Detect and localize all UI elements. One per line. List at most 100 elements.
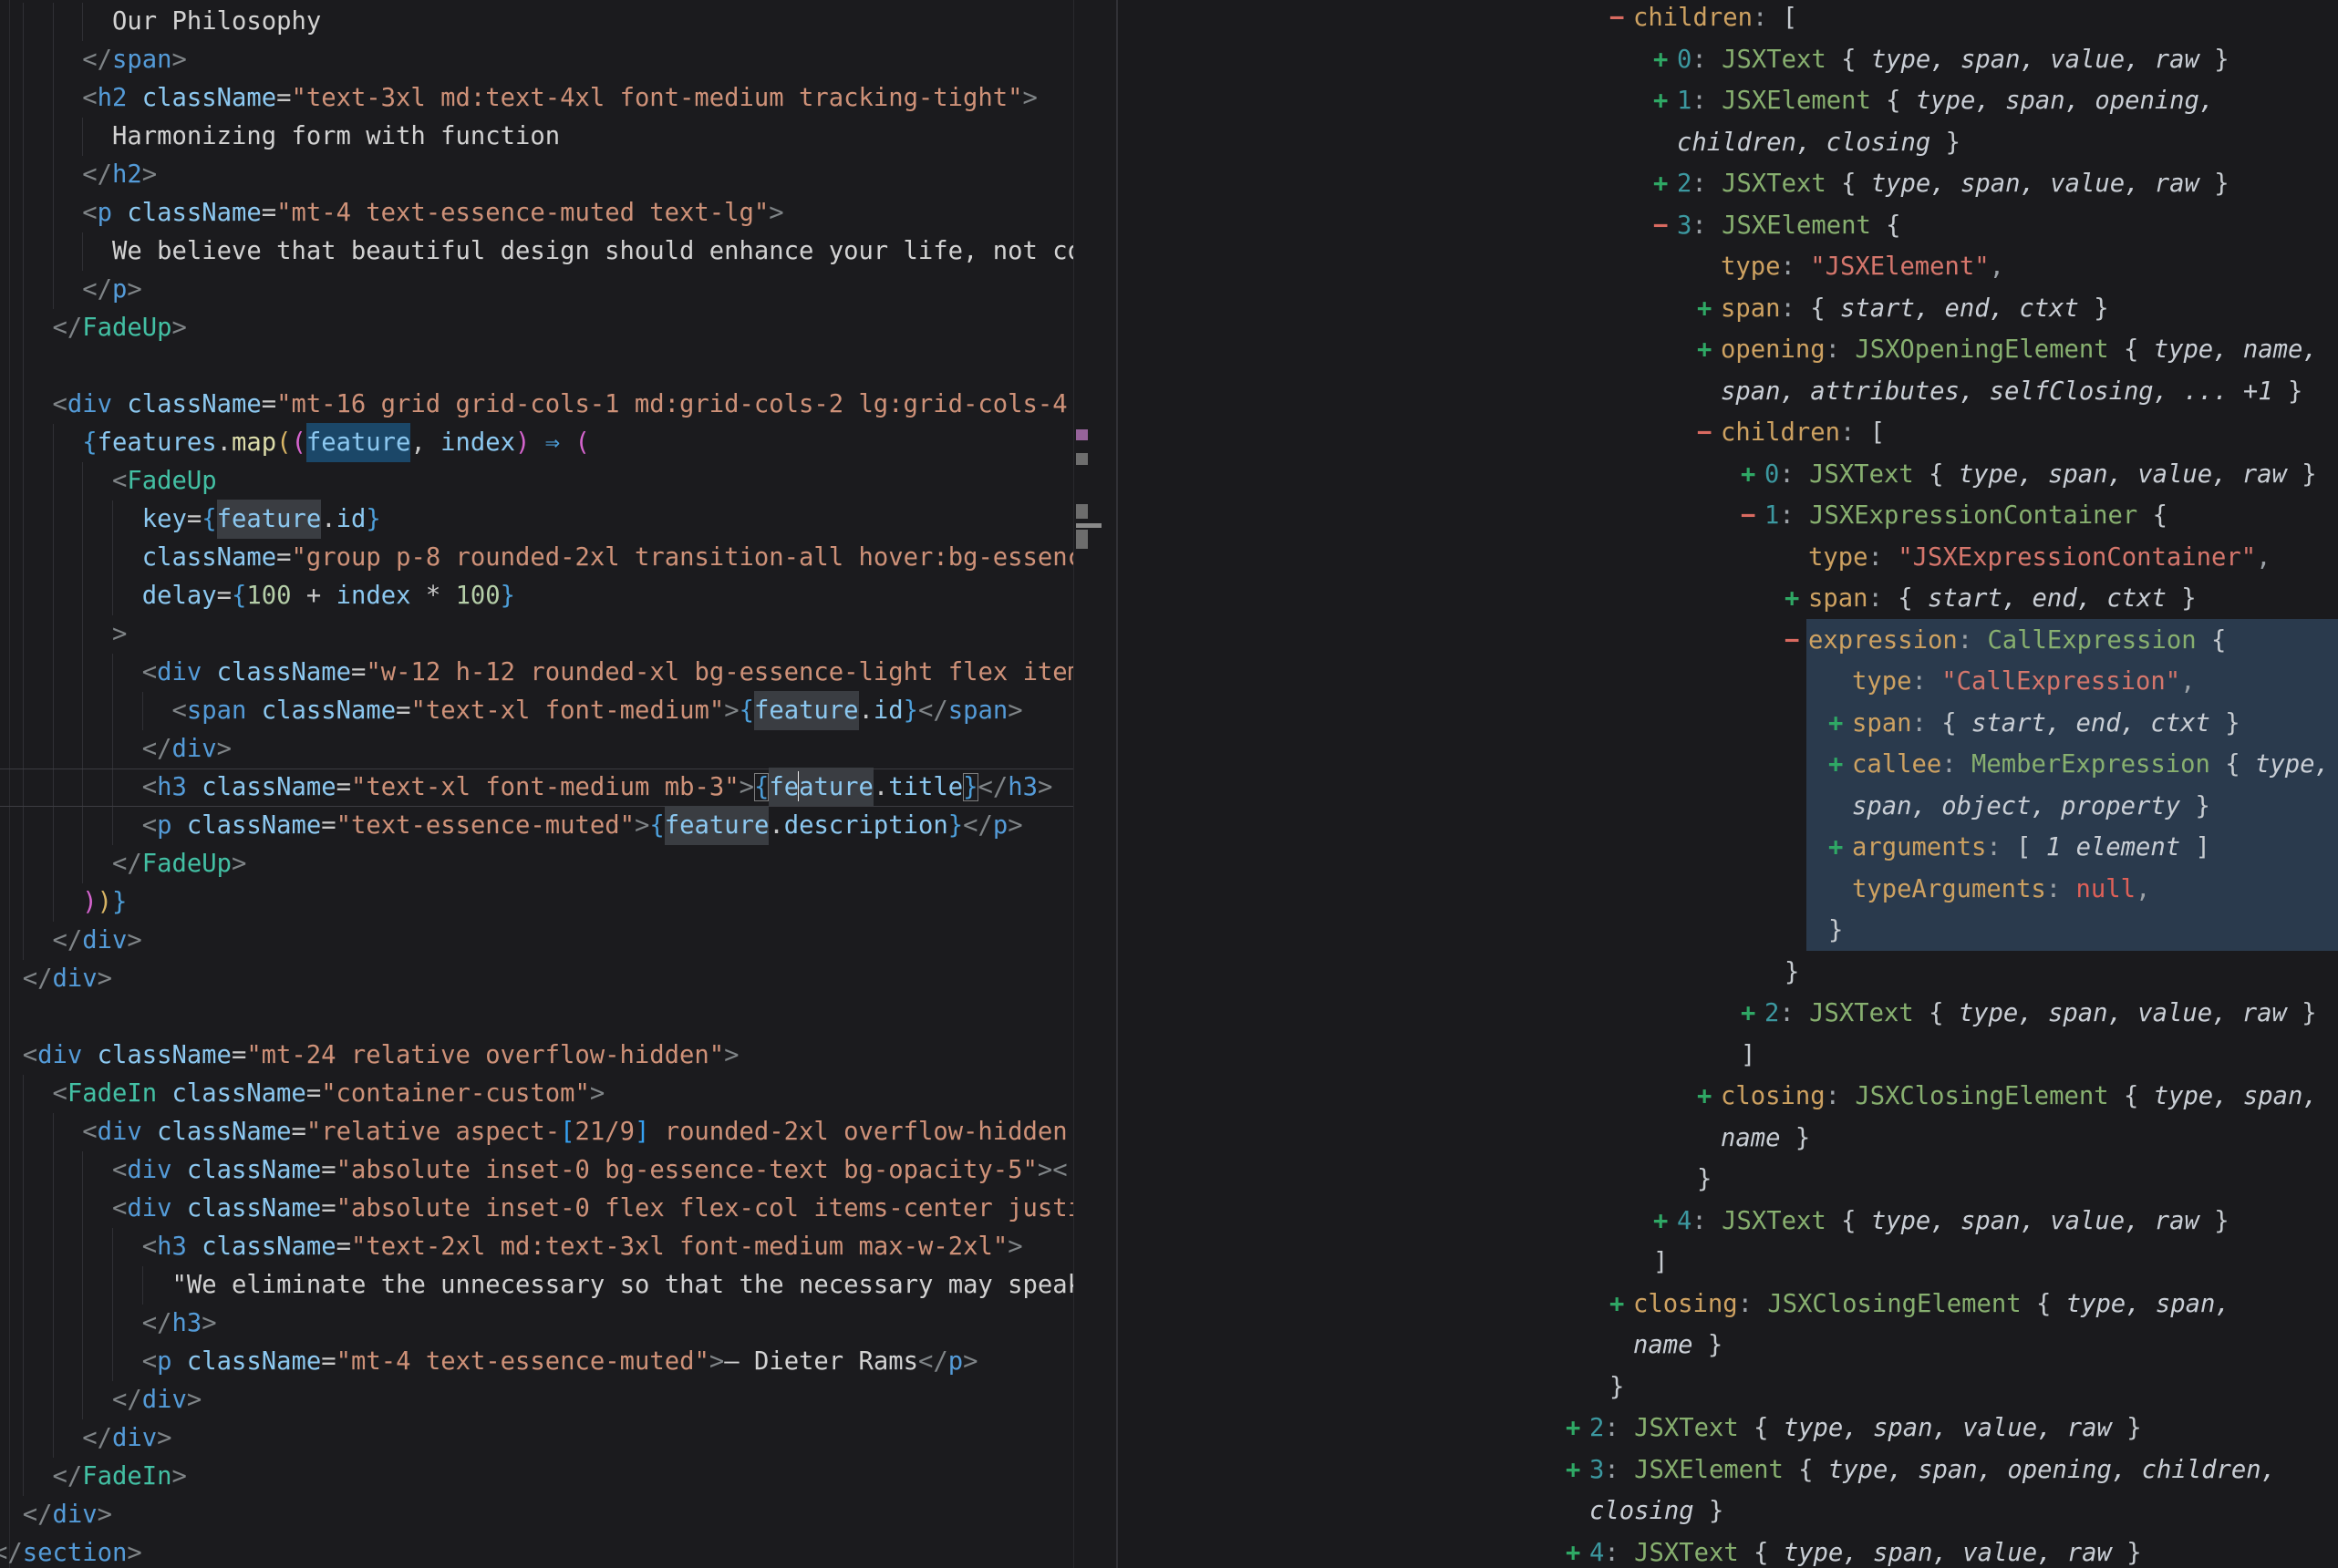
- ast-line[interactable]: span, object, property }: [1852, 786, 2210, 828]
- ast-line[interactable]: +closing: JSXClosingElement { type, span…: [1609, 1284, 2230, 1326]
- code-line[interactable]: <div className="w-12 h-12 rounded-xl bg-…: [0, 654, 1073, 692]
- code-line[interactable]: <div className="absolute inset-0 flex fl…: [0, 1190, 1073, 1228]
- code-line[interactable]: </div>: [0, 1419, 1073, 1458]
- expand-toggle-icon[interactable]: +: [1828, 703, 1852, 745]
- expand-toggle-icon[interactable]: +: [1653, 163, 1677, 205]
- code-line[interactable]: </div>: [0, 960, 1073, 998]
- ast-line[interactable]: +0: JSXText { type, span, value, raw }: [1741, 454, 2317, 496]
- ast-line[interactable]: type: "JSXExpressionContainer",: [1808, 537, 2271, 579]
- code-line[interactable]: Harmonizing form with function: [0, 118, 1073, 156]
- ast-line[interactable]: −children: [: [1609, 0, 1797, 39]
- ast-line[interactable]: +span: { start, end, ctxt }: [1697, 288, 2109, 330]
- code-line[interactable]: ))}: [0, 883, 1073, 922]
- code-line[interactable]: <div className="absolute inset-0 bg-esse…: [0, 1151, 1073, 1190]
- expand-toggle-icon[interactable]: +: [1697, 329, 1721, 371]
- ast-line[interactable]: ]: [1741, 1035, 1755, 1077]
- code-line[interactable]: <div className="relative aspect-[21/9] r…: [0, 1113, 1073, 1151]
- code-line[interactable]: We believe that beautiful design should …: [0, 232, 1073, 271]
- overview-ruler[interactable]: [1073, 0, 1117, 1568]
- code-line[interactable]: </div>: [0, 1496, 1073, 1534]
- ast-line[interactable]: }: [1828, 910, 1843, 952]
- collapse-toggle-icon[interactable]: −: [1785, 620, 1808, 662]
- ast-line[interactable]: typeArguments: null,: [1852, 869, 2150, 911]
- expand-toggle-icon[interactable]: +: [1653, 1201, 1677, 1243]
- expand-toggle-icon[interactable]: +: [1785, 578, 1808, 620]
- ast-line[interactable]: +closing: JSXClosingElement { type, span…: [1697, 1076, 2318, 1118]
- code-line[interactable]: </FadeUp>: [0, 845, 1073, 883]
- ast-line[interactable]: +2: JSXText { type, span, value, raw }: [1741, 993, 2317, 1035]
- ast-line[interactable]: +3: JSXElement { type, span, opening, ch…: [1566, 1449, 2276, 1491]
- code-line[interactable]: [0, 998, 1073, 1037]
- expand-toggle-icon[interactable]: +: [1697, 288, 1721, 330]
- ast-line[interactable]: children, closing }: [1677, 122, 1960, 164]
- code-line[interactable]: </section>: [0, 1534, 1073, 1568]
- expand-toggle-icon[interactable]: +: [1828, 744, 1852, 786]
- ast-line[interactable]: −children: [: [1697, 412, 1885, 454]
- ast-line[interactable]: name }: [1721, 1118, 1810, 1160]
- ast-line[interactable]: +0: JSXText { type, span, value, raw }: [1653, 39, 2229, 81]
- code-line[interactable]: className="group p-8 rounded-2xl transit…: [0, 539, 1073, 577]
- code-line[interactable]: <span className="text-xl font-medium">{f…: [0, 692, 1073, 730]
- ast-line[interactable]: span, attributes, selfClosing, ... +1 }: [1721, 371, 2302, 413]
- ast-line[interactable]: +2: JSXText { type, span, value, raw }: [1653, 163, 2229, 205]
- ast-line[interactable]: −3: JSXElement {: [1653, 205, 1901, 247]
- code-editor-pane[interactable]: Our Philosophy</span><h2 className="text…: [0, 0, 1073, 1568]
- collapse-toggle-icon[interactable]: −: [1653, 205, 1677, 247]
- code-line[interactable]: <h2 className="text-3xl md:text-4xl font…: [0, 79, 1073, 118]
- collapse-toggle-icon[interactable]: −: [1741, 495, 1764, 537]
- code-line[interactable]: </div>: [0, 922, 1073, 960]
- code-line[interactable]: <p className="mt-4 text-essence-muted te…: [0, 194, 1073, 232]
- code-line[interactable]: key={feature.id}: [0, 500, 1073, 539]
- ast-line[interactable]: −1: JSXExpressionContainer {: [1741, 495, 2167, 537]
- ast-line[interactable]: +span: { start, end, ctxt }: [1785, 578, 2197, 620]
- ast-line[interactable]: +2: JSXText { type, span, value, raw }: [1566, 1408, 2142, 1449]
- code-line[interactable]: <p className="text-essence-muted">{featu…: [0, 807, 1073, 845]
- ast-pane[interactable]: −children: [+0: JSXText { type, span, va…: [1118, 0, 2338, 1568]
- ast-line[interactable]: +arguments: [ 1 element ]: [1828, 827, 2210, 869]
- ast-line[interactable]: +opening: JSXOpeningElement { type, name…: [1697, 329, 2318, 371]
- collapse-toggle-icon[interactable]: −: [1609, 0, 1633, 39]
- code-line[interactable]: </h3>: [0, 1305, 1073, 1343]
- ast-line[interactable]: −expression: CallExpression {: [1785, 620, 2226, 662]
- code-line[interactable]: </div>: [0, 1381, 1073, 1419]
- code-line[interactable]: </h2>: [0, 156, 1073, 194]
- ast-line[interactable]: }: [1609, 1367, 1624, 1408]
- code-line[interactable]: <h3 className="text-2xl md:text-3xl font…: [0, 1228, 1073, 1266]
- expand-toggle-icon[interactable]: +: [1566, 1408, 1589, 1449]
- ast-line[interactable]: +4: JSXText { type, span, value, raw }: [1566, 1532, 2142, 1568]
- expand-toggle-icon[interactable]: +: [1741, 993, 1764, 1035]
- collapse-toggle-icon[interactable]: −: [1697, 412, 1721, 454]
- code-line[interactable]: "We eliminate the unnecessary so that th…: [0, 1266, 1073, 1305]
- ast-line[interactable]: +span: { start, end, ctxt }: [1828, 703, 2240, 745]
- code-line[interactable]: <div className="mt-16 grid grid-cols-1 m…: [0, 386, 1073, 424]
- code-line[interactable]: </FadeUp>: [0, 309, 1073, 347]
- ast-line[interactable]: closing }: [1589, 1491, 1723, 1532]
- code-line[interactable]: delay={100 + index * 100}: [0, 577, 1073, 615]
- code-line[interactable]: [0, 347, 1073, 386]
- ast-line[interactable]: ]: [1653, 1242, 1668, 1284]
- expand-toggle-icon[interactable]: +: [1609, 1284, 1633, 1326]
- expand-toggle-icon[interactable]: +: [1566, 1449, 1589, 1491]
- code-line[interactable]: <p className="mt-4 text-essence-muted">—…: [0, 1343, 1073, 1381]
- ast-line[interactable]: +callee: MemberExpression { type,: [1828, 744, 2330, 786]
- ast-line[interactable]: +4: JSXText { type, span, value, raw }: [1653, 1201, 2229, 1243]
- code-line[interactable]: <FadeIn className="container-custom">: [0, 1075, 1073, 1113]
- code-line[interactable]: {features.map((feature, index) ⇒ (: [0, 424, 1073, 462]
- code-line[interactable]: <div className="mt-24 relative overflow-…: [0, 1037, 1073, 1075]
- expand-toggle-icon[interactable]: +: [1741, 454, 1764, 496]
- expand-toggle-icon[interactable]: +: [1566, 1532, 1589, 1568]
- code-line[interactable]: Our Philosophy: [0, 3, 1073, 41]
- code-line[interactable]: </p>: [0, 271, 1073, 309]
- code-line[interactable]: </span>: [0, 41, 1073, 79]
- ast-line[interactable]: name }: [1633, 1325, 1722, 1367]
- code-line[interactable]: <h3 className="text-xl font-medium mb-3"…: [0, 769, 1073, 807]
- ast-line[interactable]: type: "CallExpression",: [1852, 661, 2196, 703]
- expand-toggle-icon[interactable]: +: [1653, 39, 1677, 81]
- expand-toggle-icon[interactable]: +: [1828, 827, 1852, 869]
- code-line[interactable]: </div>: [0, 730, 1073, 769]
- code-line[interactable]: </FadeIn>: [0, 1458, 1073, 1496]
- ast-line[interactable]: type: "JSXElement",: [1721, 246, 2004, 288]
- code-line[interactable]: >: [0, 615, 1073, 654]
- ast-line[interactable]: }: [1697, 1159, 1712, 1201]
- ast-line[interactable]: }: [1785, 952, 1799, 994]
